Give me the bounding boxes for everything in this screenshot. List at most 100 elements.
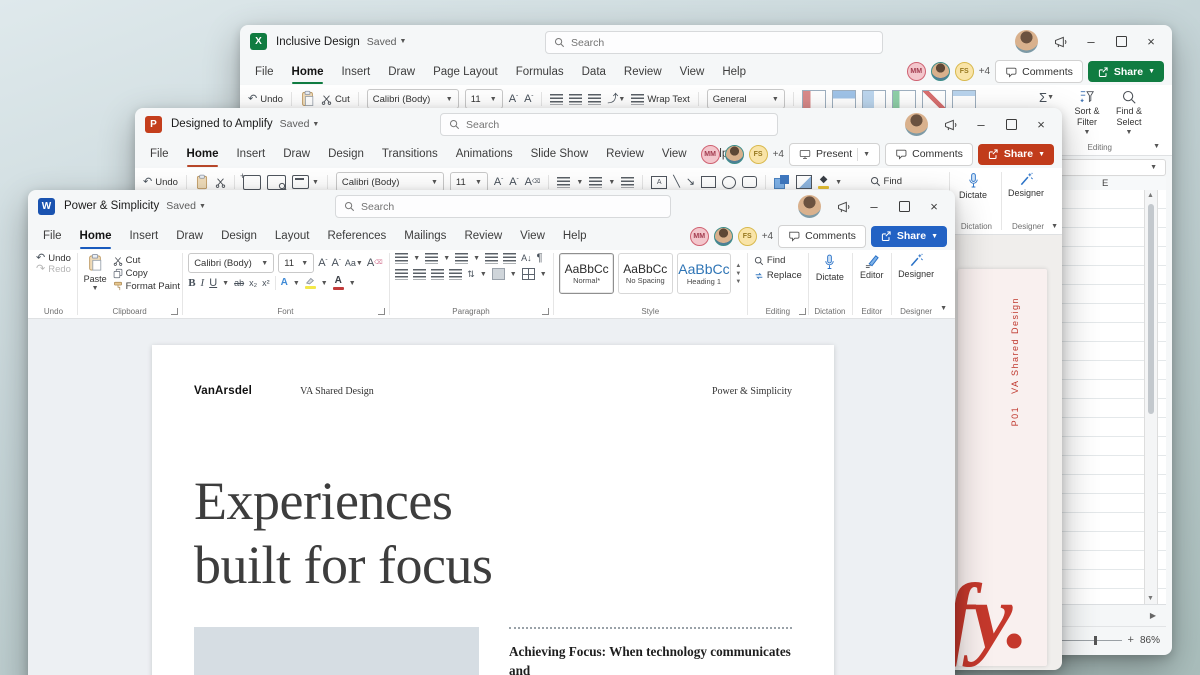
zoom-level[interactable]: 86%	[1140, 635, 1160, 646]
font-name-select[interactable]: Calibri (Body) ▼	[335, 172, 444, 192]
undo-button[interactable]: ↶ Undo	[143, 176, 178, 188]
text-effects-button[interactable]: A	[281, 278, 288, 288]
cut-button[interactable]: Cut	[113, 255, 180, 266]
collapse-ribbon-icon[interactable]: ▼	[1051, 223, 1058, 230]
collaborator-avatar[interactable]: MM	[700, 144, 720, 164]
dictate-button[interactable]: Dictate	[952, 172, 994, 200]
collaborator-avatar[interactable]: MM	[906, 62, 926, 81]
document-page[interactable]: VanArsdel VA Shared Design Power & Simpl…	[152, 345, 834, 675]
paragraph-dialog-launcher[interactable]	[541, 308, 549, 315]
styles-scroll-up-icon[interactable]: ▲	[735, 263, 741, 269]
tab-file[interactable]: File	[246, 58, 283, 85]
line-spacing-button[interactable]: ⇅	[467, 269, 475, 279]
underline-button[interactable]: U	[209, 277, 217, 289]
subscript-button[interactable]: x₂	[249, 278, 257, 288]
tab-draw[interactable]: Draw	[274, 140, 319, 168]
tab-home[interactable]: Home	[71, 222, 121, 250]
redo-button[interactable]: ↷ Redo	[36, 264, 71, 276]
comments-button[interactable]: Comments	[778, 224, 866, 248]
user-avatar[interactable]	[1015, 30, 1038, 53]
collaborator-overflow[interactable]: +4	[762, 231, 773, 242]
zoom-slider-thumb[interactable]	[1093, 635, 1097, 645]
tab-page-layout[interactable]: Page Layout	[424, 58, 507, 85]
excel-save-status[interactable]: Saved ▼	[367, 36, 407, 48]
powerpoint-search-input[interactable]: Search	[440, 113, 778, 136]
wrap-text-button[interactable]: Wrap Text	[631, 93, 690, 105]
shading-button[interactable]	[491, 268, 505, 280]
share-button[interactable]: Share ▼	[1087, 61, 1164, 82]
bullets-button[interactable]	[557, 176, 571, 188]
font-size-select[interactable]: 11 ▼	[449, 172, 488, 192]
arrow-shape-button[interactable]: ↘	[686, 176, 695, 188]
numbering-button[interactable]	[589, 176, 603, 188]
font-color-button[interactable]: A	[332, 276, 344, 290]
clear-formatting-button[interactable]: A ⌫	[525, 176, 541, 188]
tab-file[interactable]: File	[34, 222, 71, 250]
find-button[interactable]: Find	[754, 255, 802, 266]
share-button[interactable]: Share ▼	[870, 225, 947, 247]
close-button[interactable]: ×	[1026, 114, 1056, 136]
paste-button[interactable]	[195, 174, 209, 191]
tab-review[interactable]: Review	[455, 222, 511, 250]
maximize-button[interactable]	[996, 114, 1026, 136]
conditional-formatting-button[interactable]	[801, 89, 826, 109]
close-button[interactable]: ×	[1136, 31, 1166, 53]
feedback-megaphone-icon[interactable]	[1046, 31, 1076, 53]
align-right-button[interactable]	[431, 268, 445, 280]
shrink-font-button[interactable]: Aˇ	[509, 176, 518, 188]
powerpoint-save-status[interactable]: Saved ▼	[280, 118, 320, 130]
clear-formatting-button[interactable]: A ⌫	[367, 257, 383, 269]
column-header-label[interactable]: E	[1102, 178, 1108, 189]
collaborator-avatar[interactable]: FS	[954, 62, 974, 81]
tab-help[interactable]: Help	[554, 222, 596, 250]
document-image-placeholder[interactable]	[194, 627, 479, 675]
collaborator-avatar[interactable]	[930, 62, 950, 81]
styles-scroll-down-icon[interactable]: ▼	[735, 271, 741, 277]
designer-button[interactable]: Designer	[1004, 172, 1048, 198]
replace-button[interactable]: Replace	[754, 270, 802, 281]
line-shape-button[interactable]: ╲	[673, 176, 680, 188]
collaborator-avatar[interactable]: FS	[748, 144, 768, 164]
maximize-button[interactable]	[1106, 31, 1136, 53]
font-dialog-launcher[interactable]	[377, 308, 385, 315]
change-case-button[interactable]: Aa ▼	[345, 258, 363, 268]
format-as-table-button[interactable]	[831, 89, 856, 109]
font-name-select[interactable]: Calibri (Body) ▼	[366, 89, 459, 109]
sort-filter-button[interactable]: Sort & Filter ▼	[1068, 89, 1106, 136]
tab-review[interactable]: Review	[597, 140, 653, 168]
tab-draw[interactable]: Draw	[379, 58, 424, 85]
tab-data[interactable]: Data	[573, 58, 615, 85]
scrollbar-thumb[interactable]	[1147, 204, 1154, 414]
number-format-select[interactable]: General ▼	[706, 89, 785, 109]
italic-button[interactable]: I	[201, 277, 205, 289]
paste-button[interactable]	[300, 90, 315, 108]
align-left-button[interactable]	[395, 268, 409, 280]
tab-view[interactable]: View	[671, 58, 714, 85]
justify-button[interactable]	[449, 268, 463, 280]
tab-slide-show[interactable]: Slide Show	[522, 140, 598, 168]
undo-button[interactable]: ↶ Undo	[248, 93, 283, 105]
borders-button[interactable]	[521, 268, 535, 280]
find-select-button[interactable]: Find & Select ▼	[1110, 89, 1148, 136]
collaborator-avatar[interactable]	[724, 144, 744, 164]
tab-review[interactable]: Review	[615, 58, 671, 85]
reuse-slides-button[interactable]	[266, 174, 287, 191]
collaborator-avatar[interactable]: MM	[689, 226, 709, 246]
designer-button[interactable]: Designer	[898, 253, 934, 279]
tab-insert[interactable]: Insert	[332, 58, 379, 85]
insert-cells-button[interactable]	[891, 89, 916, 109]
tab-design[interactable]: Design	[319, 140, 373, 168]
shape-fill-button[interactable]: ◆	[818, 175, 830, 189]
feedback-megaphone-icon[interactable]	[829, 196, 859, 218]
tab-file[interactable]: File	[141, 140, 178, 168]
format-painter-button[interactable]: Format Paint	[113, 281, 180, 292]
excel-search-input[interactable]: Search	[545, 31, 883, 54]
align-button[interactable]	[621, 176, 635, 188]
increase-indent-button[interactable]	[503, 253, 517, 264]
find-button[interactable]: Find	[870, 176, 902, 187]
vertical-scrollbar[interactable]: ▲ ▼	[1144, 190, 1158, 604]
shrink-font-button[interactable]: Aˇ	[524, 93, 533, 105]
share-button[interactable]: Share ▼	[977, 143, 1054, 165]
font-size-select[interactable]: 11 ▼	[464, 89, 503, 109]
clipboard-dialog-launcher[interactable]	[170, 308, 178, 315]
